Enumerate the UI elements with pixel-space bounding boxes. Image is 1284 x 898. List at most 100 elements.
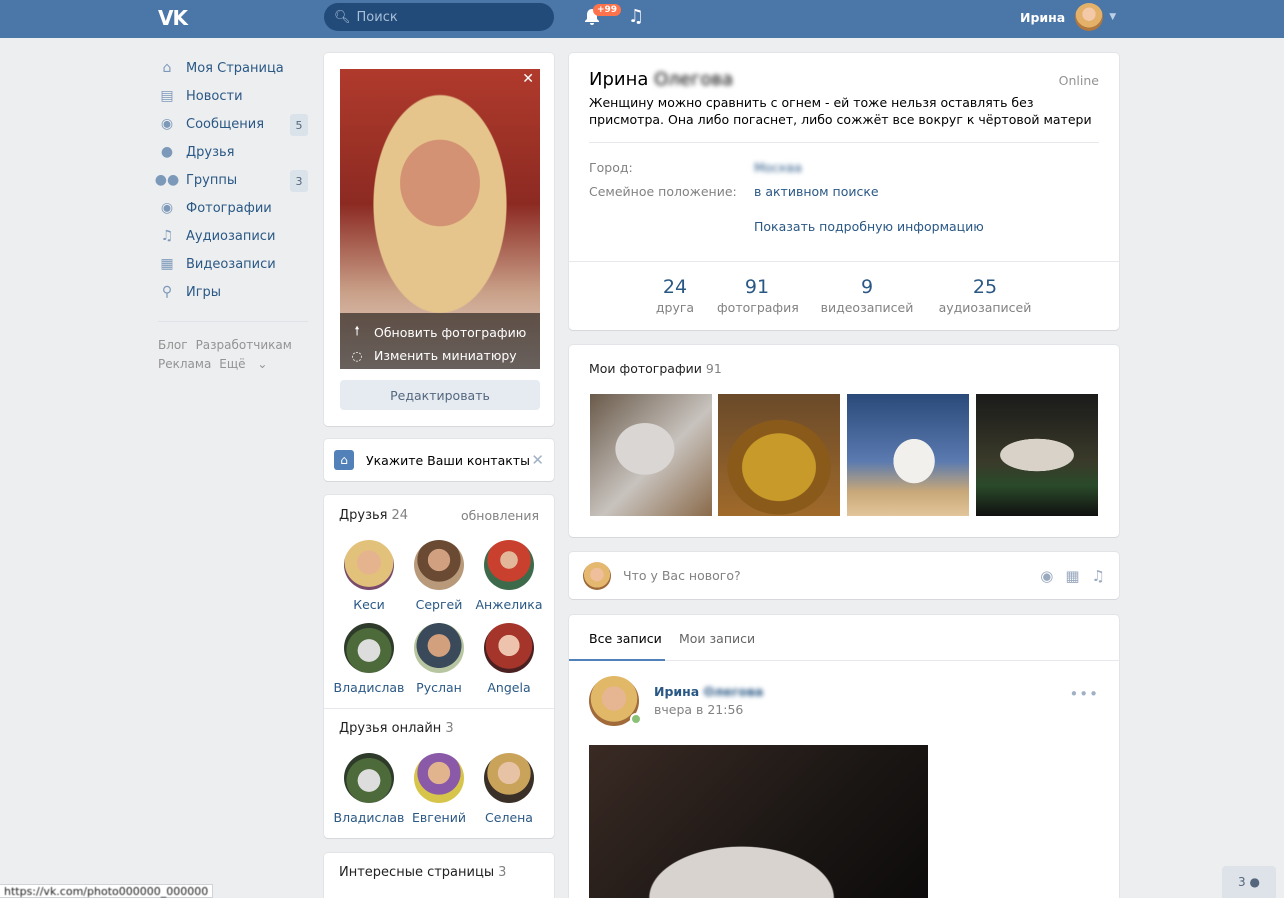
post-composer[interactable]: Что у Вас нового? ◉ ▦ ♫ xyxy=(569,552,1119,599)
friends-online-title: Друзья онлайн xyxy=(339,721,442,736)
profile-counters: 24 друга 91 фотография 9 видеозаписей 25… xyxy=(569,261,1119,331)
friend-item[interactable]: Сергей xyxy=(401,540,477,612)
sidebar-item-label: Игры xyxy=(186,284,222,300)
friends-online-count: 3 xyxy=(445,721,454,736)
camera-icon: ◉ xyxy=(160,200,174,216)
photo-thumbnail[interactable] xyxy=(590,394,712,516)
film-icon: ▦ xyxy=(160,256,174,272)
friends-updates-link[interactable]: обновления xyxy=(461,508,539,523)
music-icon[interactable]: ♫ xyxy=(628,6,644,27)
my-photos-title: Мои фотографии xyxy=(589,361,702,376)
composer-placeholder[interactable]: Что у Вас нового? xyxy=(623,568,1028,583)
sidebar-item-my-page[interactable]: ⌂ Моя Страница xyxy=(158,54,310,82)
vk-logo[interactable]: VK xyxy=(158,6,194,30)
profile-photo-card: ✕ 🠕 Обновить фотографию ◌ Изменить миниатю… xyxy=(324,53,554,426)
friend-online-item[interactable]: Евгений xyxy=(401,753,477,825)
city-value[interactable]: Москва xyxy=(754,160,802,175)
more-options-icon[interactable]: ••• xyxy=(1069,685,1099,703)
friends-block: Друзья 24 обновления Кеси Сергей Анжелика… xyxy=(324,495,554,838)
show-more-label: Показать подробную информацию xyxy=(754,219,984,234)
my-photos-header[interactable]: Мои фотографии 91 xyxy=(589,361,722,376)
friend-item[interactable]: Анжелика xyxy=(471,540,547,612)
contacts-prompt[interactable]: ⌂ Укажите Ваши контакты ✕ xyxy=(324,439,554,481)
update-photo-label: Обновить фотографию xyxy=(374,325,527,340)
footer-link-blog[interactable]: Блог xyxy=(158,338,188,352)
counter-audio[interactable]: 25 аудиозаписей xyxy=(937,276,1033,315)
profile-photo[interactable]: ✕ 🠕 Обновить фотографию ◌ Изменить миниатю… xyxy=(340,69,540,369)
search-box[interactable]: 🔍︎ xyxy=(324,3,554,31)
sidebar-item-games[interactable]: ⚲ Игры xyxy=(158,278,310,306)
friend-name: Кеси xyxy=(353,597,385,612)
friends-header[interactable]: Друзья 24 xyxy=(339,508,408,523)
close-icon[interactable]: ✕ xyxy=(522,71,534,87)
sidebar-item-label: Аудиозаписи xyxy=(186,228,276,244)
film-icon[interactable]: ▦ xyxy=(1065,567,1079,585)
sidebar-item-friends[interactable]: ● Друзья xyxy=(158,138,310,166)
change-thumbnail-label: Изменить миниатюру xyxy=(374,348,517,363)
groups-count-badge: 3 xyxy=(290,170,308,192)
avatar xyxy=(484,540,534,590)
friend-item[interactable]: Владислав xyxy=(331,623,407,695)
friend-online-item[interactable]: Владислав xyxy=(331,753,407,825)
counter-friends[interactable]: 24 друга xyxy=(653,276,697,315)
info-row-city: Город: Москва xyxy=(589,160,802,175)
close-icon[interactable]: ✕ xyxy=(531,451,544,469)
avatar xyxy=(344,753,394,803)
friend-name: Руслан xyxy=(416,680,462,695)
photo-thumbnail[interactable] xyxy=(847,394,969,516)
camera-icon[interactable]: ◉ xyxy=(1040,567,1053,585)
footer-link-more[interactable]: Ещё ⌄ xyxy=(219,357,275,371)
friend-item[interactable]: Angela xyxy=(471,623,547,695)
counter-value: 24 xyxy=(662,276,688,298)
search-input[interactable] xyxy=(356,9,537,25)
sidebar-item-label: Группы xyxy=(186,172,238,188)
sidebar-item-label: Фотографии xyxy=(186,200,272,216)
friend-item[interactable]: Кеси xyxy=(331,540,407,612)
sidebar-item-audio[interactable]: ♫ Аудиозаписи xyxy=(158,222,310,250)
friends-online-header[interactable]: Друзья онлайн 3 xyxy=(339,721,454,736)
post-image[interactable] xyxy=(589,745,928,898)
friend-item[interactable]: Руслан xyxy=(401,623,477,695)
status-text[interactable]: Женщину можно сравнить с огнем - ей тоже… xyxy=(589,94,1099,128)
sidebar-item-groups[interactable]: ●● Группы 3 xyxy=(155,166,310,194)
sidebar-item-video[interactable]: ▦ Видеозаписи xyxy=(158,250,310,278)
friends-count: 24 xyxy=(391,508,409,523)
user-menu[interactable]: Ирина ▼ xyxy=(1020,3,1116,31)
post-time[interactable]: вчера в 21:56 xyxy=(654,702,743,717)
footer-link-ads[interactable]: Реклама xyxy=(158,357,211,371)
interesting-pages-header[interactable]: Интересные страницы 3 xyxy=(339,865,506,880)
edit-profile-button[interactable]: Редактировать xyxy=(340,380,540,410)
more-label: Ещё xyxy=(219,357,246,371)
show-more-info-link[interactable]: Показать подробную информацию xyxy=(754,219,984,234)
sidebar-item-label: Друзья xyxy=(186,144,235,160)
sidebar-item-news[interactable]: ▤ Новости xyxy=(158,82,310,110)
divider xyxy=(589,142,1099,143)
friends-title: Друзья xyxy=(339,508,388,523)
user-icon: ● xyxy=(1249,875,1260,889)
tab-my-posts[interactable]: Мои записи xyxy=(679,631,755,646)
counter-videos[interactable]: 9 видеозаписей xyxy=(819,276,915,315)
update-photo-action[interactable]: 🠕 Обновить фотографию xyxy=(350,321,530,344)
counter-photos[interactable]: 91 фотография xyxy=(717,276,799,315)
friend-online-item[interactable]: Селена xyxy=(471,753,547,825)
status-url: https://vk.com/photo000000_000000 xyxy=(0,884,214,898)
sidebar-item-label: Моя Страница xyxy=(186,60,284,76)
messages-count-badge: 5 xyxy=(290,114,308,136)
first-name: Ирина xyxy=(589,69,649,90)
sidebar-item-messages[interactable]: ◉ Сообщения 5 xyxy=(158,110,310,138)
photo-thumbnail[interactable] xyxy=(976,394,1098,516)
sidebar-item-label: Сообщения xyxy=(186,116,265,132)
sidebar-item-photos[interactable]: ◉ Фотографии xyxy=(158,194,310,222)
photo-thumbnail[interactable] xyxy=(718,394,840,516)
post-author[interactable]: Ирина Олегова xyxy=(654,684,763,699)
chat-toggle-button[interactable]: 3 ● xyxy=(1222,866,1276,898)
top-header: VK 🔍︎ +99 ♫ Ирина ▼ xyxy=(0,0,1284,38)
music-icon[interactable]: ♫ xyxy=(1092,567,1105,585)
tab-all-posts[interactable]: Все записи xyxy=(589,631,662,646)
family-label: Семейное положение: xyxy=(589,184,737,199)
change-thumbnail-action[interactable]: ◌ Изменить миниатюру xyxy=(350,344,530,367)
interesting-pages-block: Интересные страницы 3 xyxy=(324,853,554,898)
search-icon: 🔍︎ xyxy=(334,9,351,25)
family-value[interactable]: в активном поиске xyxy=(754,184,879,199)
footer-link-developers[interactable]: Разработчикам xyxy=(196,338,292,352)
